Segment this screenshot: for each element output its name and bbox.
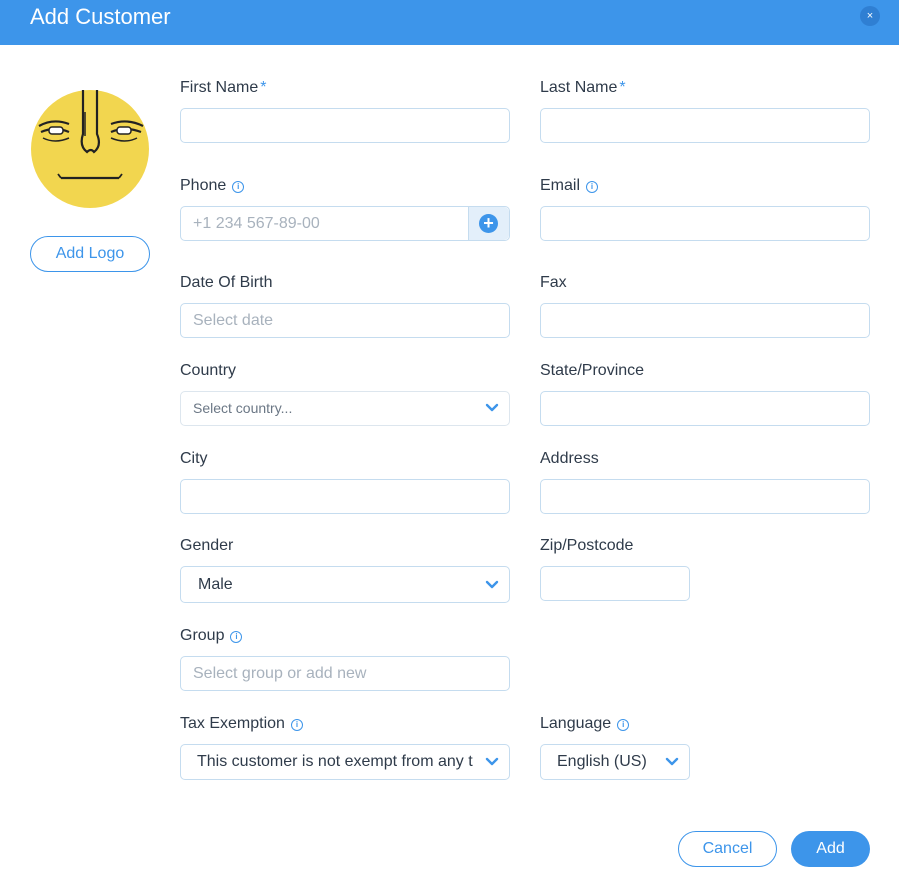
info-icon[interactable]: i (290, 719, 303, 731)
tax-exemption-label-text: Tax Exemption (180, 715, 285, 732)
state-input[interactable] (541, 392, 869, 425)
email-label: Email i (540, 176, 599, 196)
language-select[interactable]: English (US) (540, 744, 690, 780)
info-icon[interactable]: i (230, 631, 243, 643)
zip-field[interactable] (540, 566, 690, 601)
fax-label: Fax (540, 274, 567, 291)
cancel-button[interactable]: Cancel (678, 831, 777, 867)
plus-circle-icon: + (479, 214, 498, 233)
dialog-title: Add Customer (30, 4, 171, 29)
last-name-field[interactable] (540, 108, 870, 143)
country-select[interactable]: Select country... (180, 391, 510, 426)
phone-label: Phone i (180, 176, 245, 196)
tax-exemption-selected-value: This customer is not exempt from any t (197, 753, 473, 770)
date-of-birth-label: Date Of Birth (180, 274, 273, 291)
info-icon[interactable]: i (232, 181, 245, 193)
city-input[interactable] (181, 480, 509, 513)
address-input[interactable] (541, 480, 869, 513)
last-name-input[interactable] (541, 109, 869, 142)
first-name-label-text: First Name (180, 79, 259, 96)
info-icon[interactable]: i (586, 181, 599, 193)
state-field[interactable] (540, 391, 870, 426)
close-icon[interactable]: × (860, 6, 880, 26)
language-selected-value: English (US) (557, 753, 647, 770)
language-label-text: Language (540, 715, 612, 732)
email-input[interactable] (541, 207, 869, 240)
chevron-down-icon (485, 403, 499, 412)
country-select-placeholder: Select country... (193, 400, 293, 416)
add-logo-button[interactable]: Add Logo (30, 236, 150, 272)
group-input[interactable] (181, 657, 509, 690)
email-field[interactable] (540, 206, 870, 241)
group-label-text: Group (180, 627, 225, 644)
group-field[interactable] (180, 656, 510, 691)
first-name-field[interactable] (180, 108, 510, 143)
dialog-header: Add Customer × (0, 0, 899, 45)
city-label: City (180, 450, 208, 467)
first-name-label: First Name * (180, 78, 266, 98)
address-label: Address (540, 450, 599, 467)
city-field[interactable] (180, 479, 510, 514)
address-field[interactable] (540, 479, 870, 514)
chevron-down-icon (485, 757, 499, 766)
tax-exemption-label: Tax Exemption i (180, 714, 303, 734)
gender-selected-value: Male (198, 576, 233, 593)
group-label: Group i (180, 626, 243, 646)
tax-exemption-select[interactable]: This customer is not exempt from any t (180, 744, 510, 780)
gender-label: Gender (180, 537, 234, 554)
required-mark: * (619, 79, 626, 96)
last-name-label: Last Name * (540, 78, 626, 98)
date-of-birth-input[interactable] (181, 304, 509, 337)
language-label: Language i (540, 714, 630, 734)
customer-avatar (31, 90, 149, 208)
fax-field[interactable] (540, 303, 870, 338)
phone-field[interactable]: + (180, 206, 510, 241)
email-label-text: Email (540, 177, 581, 194)
first-name-input[interactable] (181, 109, 509, 142)
chevron-down-icon (485, 580, 499, 589)
required-mark: * (260, 79, 267, 96)
zip-input[interactable] (541, 567, 689, 600)
phone-input[interactable] (181, 207, 469, 240)
last-name-label-text: Last Name (540, 79, 618, 96)
add-button[interactable]: Add (791, 831, 870, 867)
add-phone-button[interactable]: + (468, 207, 509, 240)
state-label: State/Province (540, 362, 645, 379)
phone-label-text: Phone (180, 177, 227, 194)
country-label: Country (180, 362, 237, 379)
chevron-down-icon (665, 757, 679, 766)
gender-select[interactable]: Male (180, 566, 510, 603)
date-of-birth-field[interactable] (180, 303, 510, 338)
fax-input[interactable] (541, 304, 869, 337)
zip-label: Zip/Postcode (540, 537, 634, 554)
info-icon[interactable]: i (617, 719, 630, 731)
